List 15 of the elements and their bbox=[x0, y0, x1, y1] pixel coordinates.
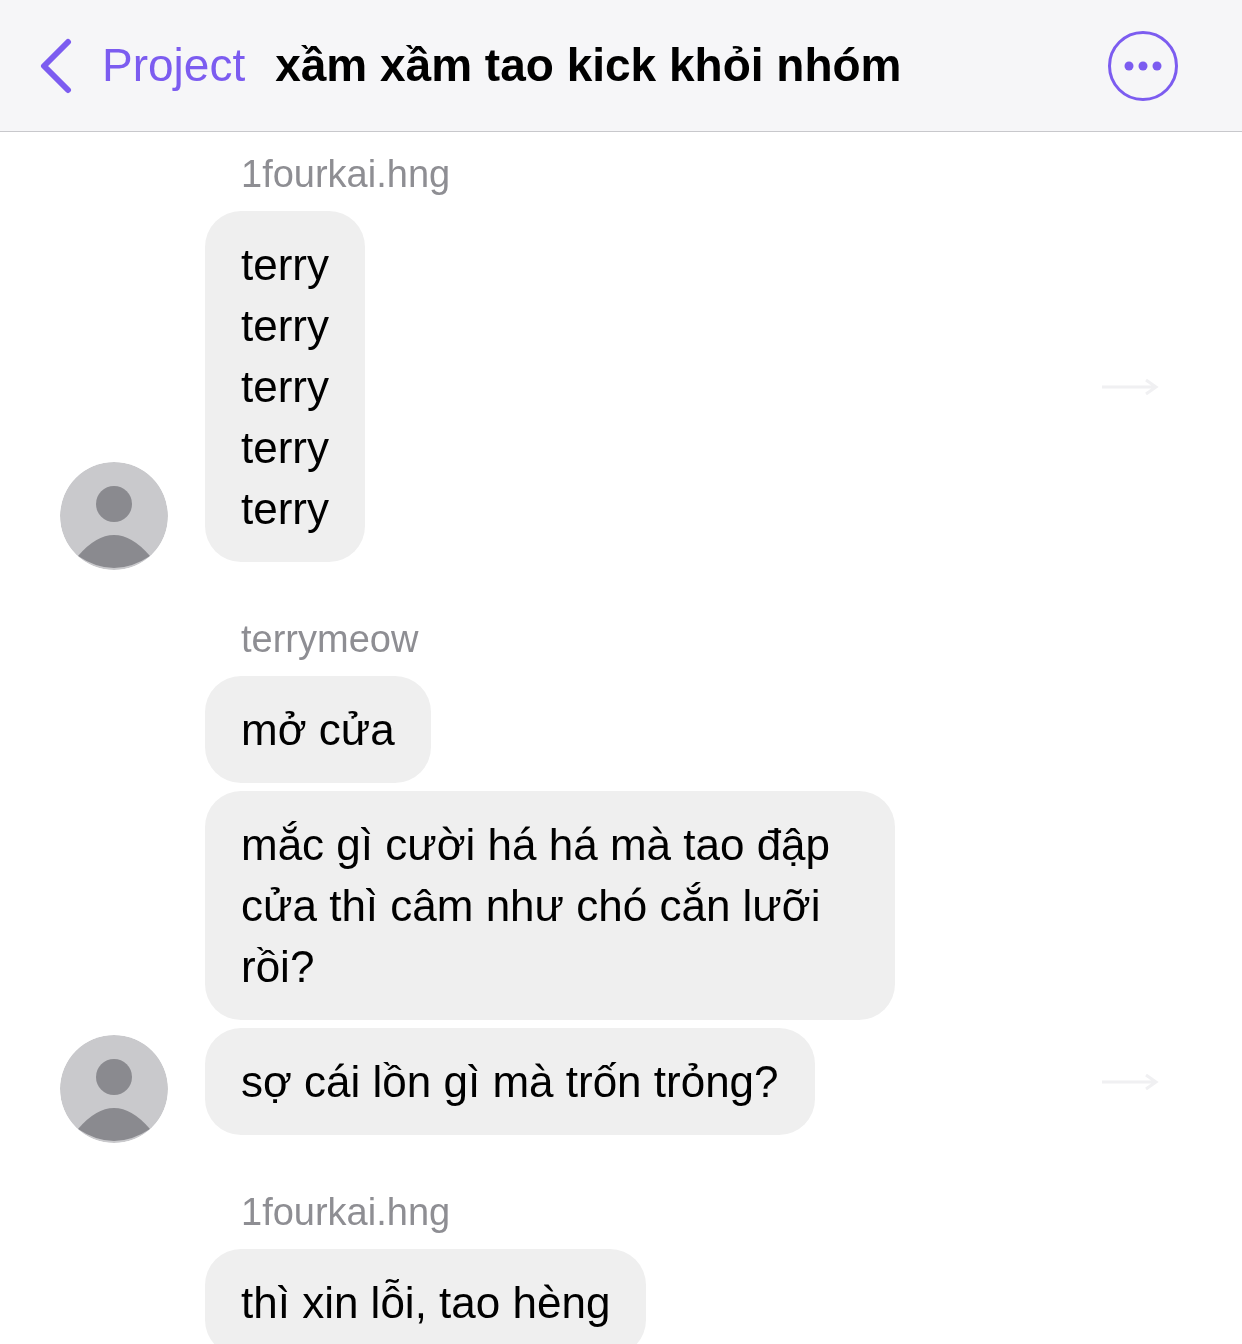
back-chevron-icon bbox=[38, 37, 72, 94]
sender-name: 1fourkai.hng bbox=[241, 1190, 452, 1234]
sender-name: 1fourkai.hng bbox=[241, 152, 452, 196]
more-dots-icon bbox=[1123, 60, 1163, 71]
message-bubble: mở cửa bbox=[205, 676, 431, 783]
avatar[interactable] bbox=[60, 1035, 168, 1143]
chat-title: xầm xầm tao kick khỏi nhóm bbox=[275, 38, 902, 93]
message-bubble: thì xin lỗi, tao hèng bbox=[205, 1249, 647, 1344]
message-bubble: mắc gì cười há há mà tao đập cửa thì câm như chó cắn lưỡi rồi? bbox=[205, 791, 895, 1020]
message-bubble: sợ cái lồn gì mà trốn trỏng? bbox=[205, 1028, 815, 1135]
more-button[interactable] bbox=[1108, 30, 1178, 101]
back-button[interactable]: Project bbox=[38, 31, 246, 100]
sender-name: terrymeow bbox=[241, 617, 420, 661]
message-bubble: terry terry terry terry terry bbox=[205, 211, 365, 562]
avatar[interactable] bbox=[60, 462, 168, 570]
